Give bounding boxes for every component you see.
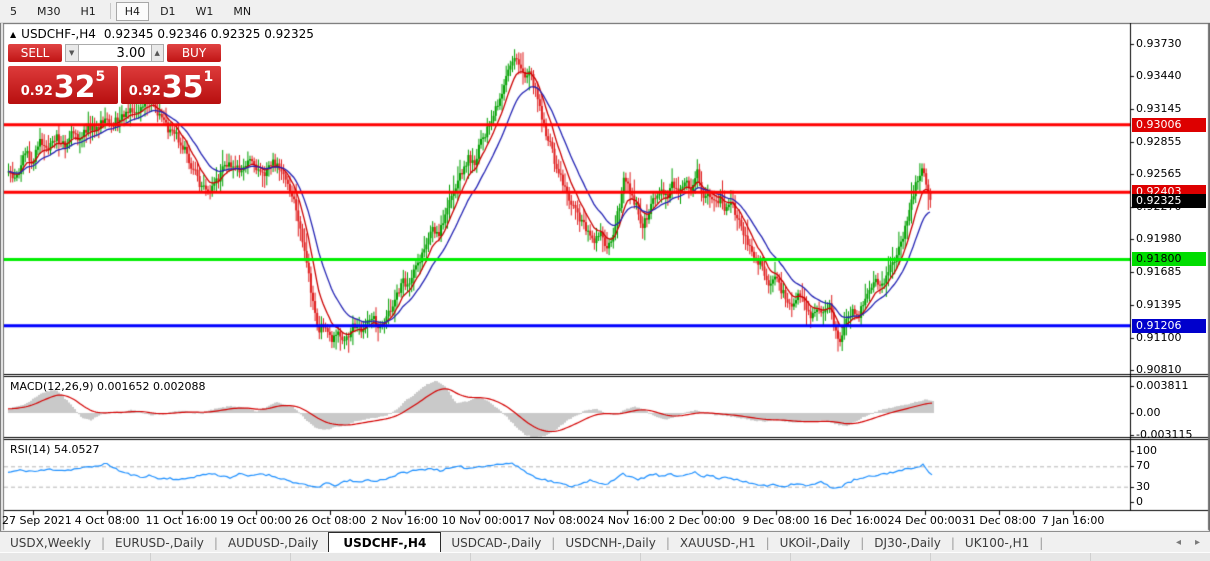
level-price-badge: 0.91206 [1132,318,1206,333]
up-arrow-icon: ▲ [154,49,160,57]
down-arrow-icon: ▼ [69,49,75,57]
buy-price-point: 1 [203,69,214,85]
tab-scroll-arrows: ◂ ▸ [1176,532,1210,553]
timeframe-button-d1[interactable]: D1 [151,2,184,21]
timeframe-button-mn[interactable]: MN [224,2,260,21]
volume-stepper: ▼ ▲ [65,44,164,62]
chart-tab-ukoil-daily[interactable]: UKOil-,Daily [770,532,861,553]
tab-scroll-left-icon[interactable]: ◂ [1176,537,1181,548]
chart-ohlc-values: 0.92345 0.92346 0.92325 0.92325 [103,27,314,41]
chart-tab-audusd-daily[interactable]: AUDUSD-,Daily [218,532,328,553]
price-tick-label: 0.93145 [1136,102,1182,116]
date-tick-label: 24 Nov 16:00 [590,514,665,527]
rsi-tick-label: 70 [1136,459,1150,473]
toolbar-separator [109,3,111,19]
rsi-tick-label: 30 [1136,479,1150,493]
macd-indicator-label: MACD(12,26,9) 0.001652 0.002088 [10,380,206,393]
current-bid-badge: 0.92325 [1132,193,1206,208]
rsi-name: RSI(14) [10,443,51,456]
chart-tab-dj30-daily[interactable]: DJ30-,Daily [864,532,951,553]
chart-tab-eurusd-daily[interactable]: EURUSD-,Daily [105,532,214,553]
sell-price-point: 5 [95,69,106,85]
date-tick-label: 17 Nov 08:00 [516,514,591,527]
timeframe-button-h1[interactable]: H1 [72,2,105,21]
timeframe-button-w1[interactable]: W1 [187,2,223,21]
date-tick-label: 9 Dec 08:00 [742,514,810,527]
date-tick-label: 24 Dec 00:00 [887,514,962,527]
price-tick-label: 0.92855 [1136,134,1182,148]
level-price-badge: 0.93006 [1132,117,1206,132]
chart-tab-usdx-weekly[interactable]: USDX,Weekly [0,532,101,553]
timeframe-toolbar: 5 M30 H1 H4 D1 W1 MN [0,0,1210,23]
mt4-chart-window: 5 M30 H1 H4 D1 W1 MN ▲ USDCHF-,H4 0.92345 0.9234… [0,0,1210,561]
price-tick-label: 0.91685 [1136,265,1182,279]
chart-tab-xauusd-h1[interactable]: XAUUSD-,H1 [670,532,766,553]
chart-tab-bar: USDX,Weekly | EURUSD-,Daily | AUDUSD-,Daily U… [0,531,1210,553]
rsi-tick-label: 100 [1136,444,1157,457]
chart-tab-usdcnh-daily[interactable]: USDCNH-,Daily [555,532,666,553]
volume-input[interactable] [78,44,151,62]
price-tick-label: 0.90810 [1136,362,1182,376]
sell-price-pips: 32 [53,70,96,105]
date-tick-label: 7 Jan 16:00 [1041,514,1105,527]
timeframe-button-h4[interactable]: H4 [115,1,150,21]
buy-price-button[interactable]: 0.92 35 1 [121,66,221,104]
sell-price-button[interactable]: 0.92 32 5 [8,66,118,104]
date-tick-label: 10 Nov 00:00 [441,514,516,527]
buy-price-base: 0.92 [128,84,161,99]
date-tick-label: 2 Dec 00:00 [668,514,736,527]
chart-tab-usdchf-h4[interactable]: USDCHF-,H4 [328,532,442,553]
macd-tick-label: 0.003811 [1136,379,1189,393]
one-click-trading-panel: SELL ▼ ▲ BUY 0.92325 0.92351 [8,44,221,104]
sell-button[interactable]: SELL [8,44,62,62]
date-tick-label: 26 Oct 08:00 [294,514,366,527]
date-tick-label: 19 Oct 00:00 [219,514,292,527]
one-click-collapse-icon[interactable]: ▲ [10,30,16,39]
rsi-tick-label: 0 [1136,495,1143,508]
date-tick-label: 31 Dec 08:00 [961,514,1036,527]
price-tick-label: 0.93440 [1136,69,1182,83]
level-price-badge: 0.91800 [1132,252,1206,267]
date-tick-label: 2 Nov 16:00 [371,514,439,527]
chart-header: ▲ USDCHF-,H4 0.92345 0.92346 0.92325 0.923… [10,27,314,41]
price-tick-label: 0.91395 [1136,297,1182,311]
date-tick-label: 27 Sep 2021 [2,514,72,527]
price-tick-label: 0.91980 [1136,232,1182,246]
price-tick-label: 0.93730 [1136,37,1182,50]
buy-price-pips: 35 [161,70,204,105]
timeframe-button-5[interactable]: 5 [1,2,26,21]
chart-tab-usdcad-daily[interactable]: USDCAD-,Daily [441,532,551,553]
sell-price-base: 0.92 [20,84,53,99]
timeframe-button-m30[interactable]: M30 [28,2,70,21]
macd-name: MACD(12,26,9) [10,380,94,393]
date-tick-label: 11 Oct 16:00 [145,514,218,527]
buy-button[interactable]: BUY [167,44,221,62]
macd-tick-label: 0.00 [1136,406,1161,419]
chart-symbol-title: USDCHF-,H4 [21,27,96,41]
volume-increase-button[interactable]: ▲ [150,44,164,62]
macd-values: 0.001652 0.002088 [97,380,206,393]
tab-scroll-right-icon[interactable]: ▸ [1195,537,1200,548]
rsi-indicator-label: RSI(14) 54.0527 [10,443,99,456]
tab-separator: | [1039,535,1044,550]
date-tick-label: 16 Dec 16:00 [813,514,888,527]
date-tick-label: 4 Oct 08:00 [74,514,140,527]
macd-tick-label: -0.003115 [1136,427,1193,441]
volume-decrease-button[interactable]: ▼ [65,44,79,62]
rsi-value: 54.0527 [53,443,100,456]
price-tick-label: 0.92565 [1136,167,1182,181]
chart-tab-uk100-h1[interactable]: UK100-,H1 [955,532,1039,553]
